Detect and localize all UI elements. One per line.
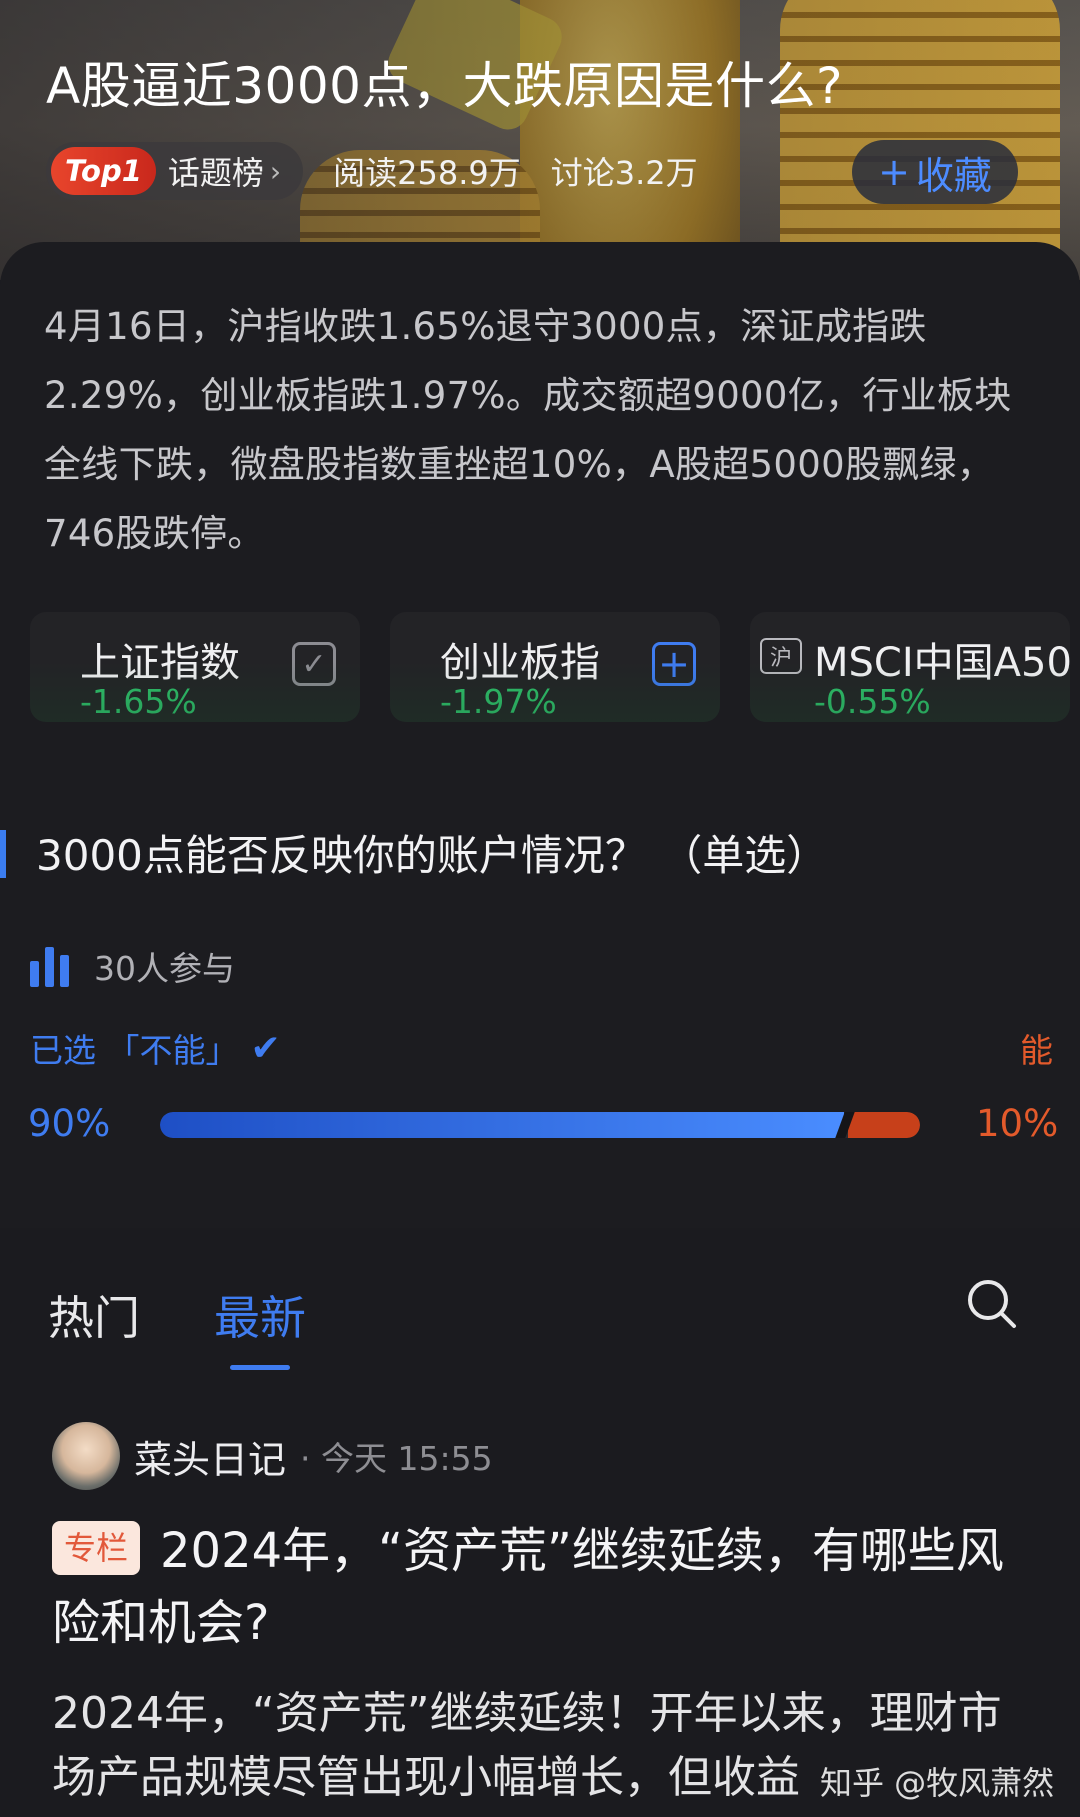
column-tag: 专栏 [52, 1521, 141, 1575]
answer-feed: 热门 最新 菜头日记 · 今天 15:55 专栏 2024年，“资产荒”继续延续，… [0, 1250, 1080, 1817]
plus-icon: + [878, 150, 910, 194]
post-time: · 今天 15:55 [300, 1439, 493, 1478]
author-name[interactable]: 菜头日记 [134, 1429, 286, 1484]
post-title[interactable]: 专栏 2024年，“资产荒”继续延续，有哪些风险和机会? [52, 1515, 1032, 1659]
rank-board-label: 话题榜 [167, 154, 264, 192]
read-count: 阅读258.9万 [333, 154, 521, 192]
search-icon[interactable] [964, 1276, 1020, 1332]
poll-question: 3000点能否反映你的账户情况？ （单选） [36, 831, 829, 880]
index-change: -0.55% [814, 682, 931, 721]
market-tag: 沪 [760, 638, 802, 674]
topic-header: A股逼近3000点，大跌原因是什么? Top1 话题榜 › 阅读258.9万 讨… [0, 0, 1080, 280]
chevron-right-icon: › [269, 154, 282, 188]
index-change: -1.97% [440, 682, 557, 721]
index-change: -1.65% [80, 682, 197, 721]
topic-card: 4月16日，沪指收跌1.65%退守3000点，深证成指跌2.29%，创业板指跌1… [0, 242, 1080, 1228]
bar-chart-icon [30, 945, 78, 987]
poll-result-bar [160, 1112, 920, 1138]
topic-title: A股逼近3000点，大跌原因是什么? [46, 57, 843, 115]
tab-hot[interactable]: 热门 [48, 1282, 140, 1348]
feed-tabs: 热门 最新 [48, 1282, 306, 1370]
poll-percent-left: 90% [28, 1102, 111, 1145]
watermark: 知乎 @牧风萧然 [820, 1764, 1055, 1802]
add-watchlist-icon[interactable]: + [652, 642, 696, 686]
tab-latest[interactable]: 最新 [214, 1282, 306, 1370]
favorite-label: 收藏 [915, 153, 992, 198]
avatar[interactable] [52, 1422, 120, 1490]
post-author-row[interactable]: 菜头日记 · 今天 15:55 [52, 1422, 493, 1490]
favorite-button[interactable]: + 收藏 [852, 140, 1018, 204]
poll-percent-right: 10% [976, 1102, 1059, 1145]
index-list: 上证指数 -1.65% ✓ 创业板指 -1.97% + 沪 MSCI中国A50E… [30, 612, 1070, 722]
index-card-chinext[interactable]: 创业板指 -1.97% + [390, 612, 720, 722]
topic-rank-pill[interactable]: Top1 话题榜 › [46, 142, 304, 200]
selected-option-label: 已选 「不能」 [30, 1031, 239, 1070]
discussion-count: 讨论3.2万 [550, 154, 698, 192]
poll-option-right[interactable]: 能 [1020, 1024, 1053, 1072]
index-card-shanghai[interactable]: 上证指数 -1.65% ✓ [30, 612, 360, 722]
participants-count: 30人参与 [94, 949, 235, 988]
index-name: MSCI中国A50E [814, 640, 1070, 686]
checkmark-icon: ✔ [250, 1027, 281, 1069]
poll-participants: 30人参与 [30, 942, 235, 990]
topic-summary: 4月16日，沪指收跌1.65%退守3000点，深证成指跌2.29%，创业板指跌1… [44, 305, 1012, 555]
index-card-msci[interactable]: 沪 MSCI中国A50E -0.55% [750, 612, 1070, 722]
poll-accent-bar [0, 830, 6, 878]
poll-bar-other [848, 1112, 920, 1138]
topic-meta: Top1 话题榜 › 阅读258.9万 讨论3.2万 [46, 142, 698, 200]
poll-bar-selected [160, 1112, 844, 1138]
index-name: 上证指数 [80, 640, 240, 686]
post-title-text: 2024年，“资产荒”继续延续，有哪些风险和机会? [52, 1523, 1004, 1651]
poll-selected: 已选 「不能」 ✔ [30, 1024, 281, 1072]
index-name: 创业板指 [440, 640, 600, 686]
checked-icon[interactable]: ✓ [292, 642, 336, 686]
top-badge: Top1 [51, 147, 156, 195]
